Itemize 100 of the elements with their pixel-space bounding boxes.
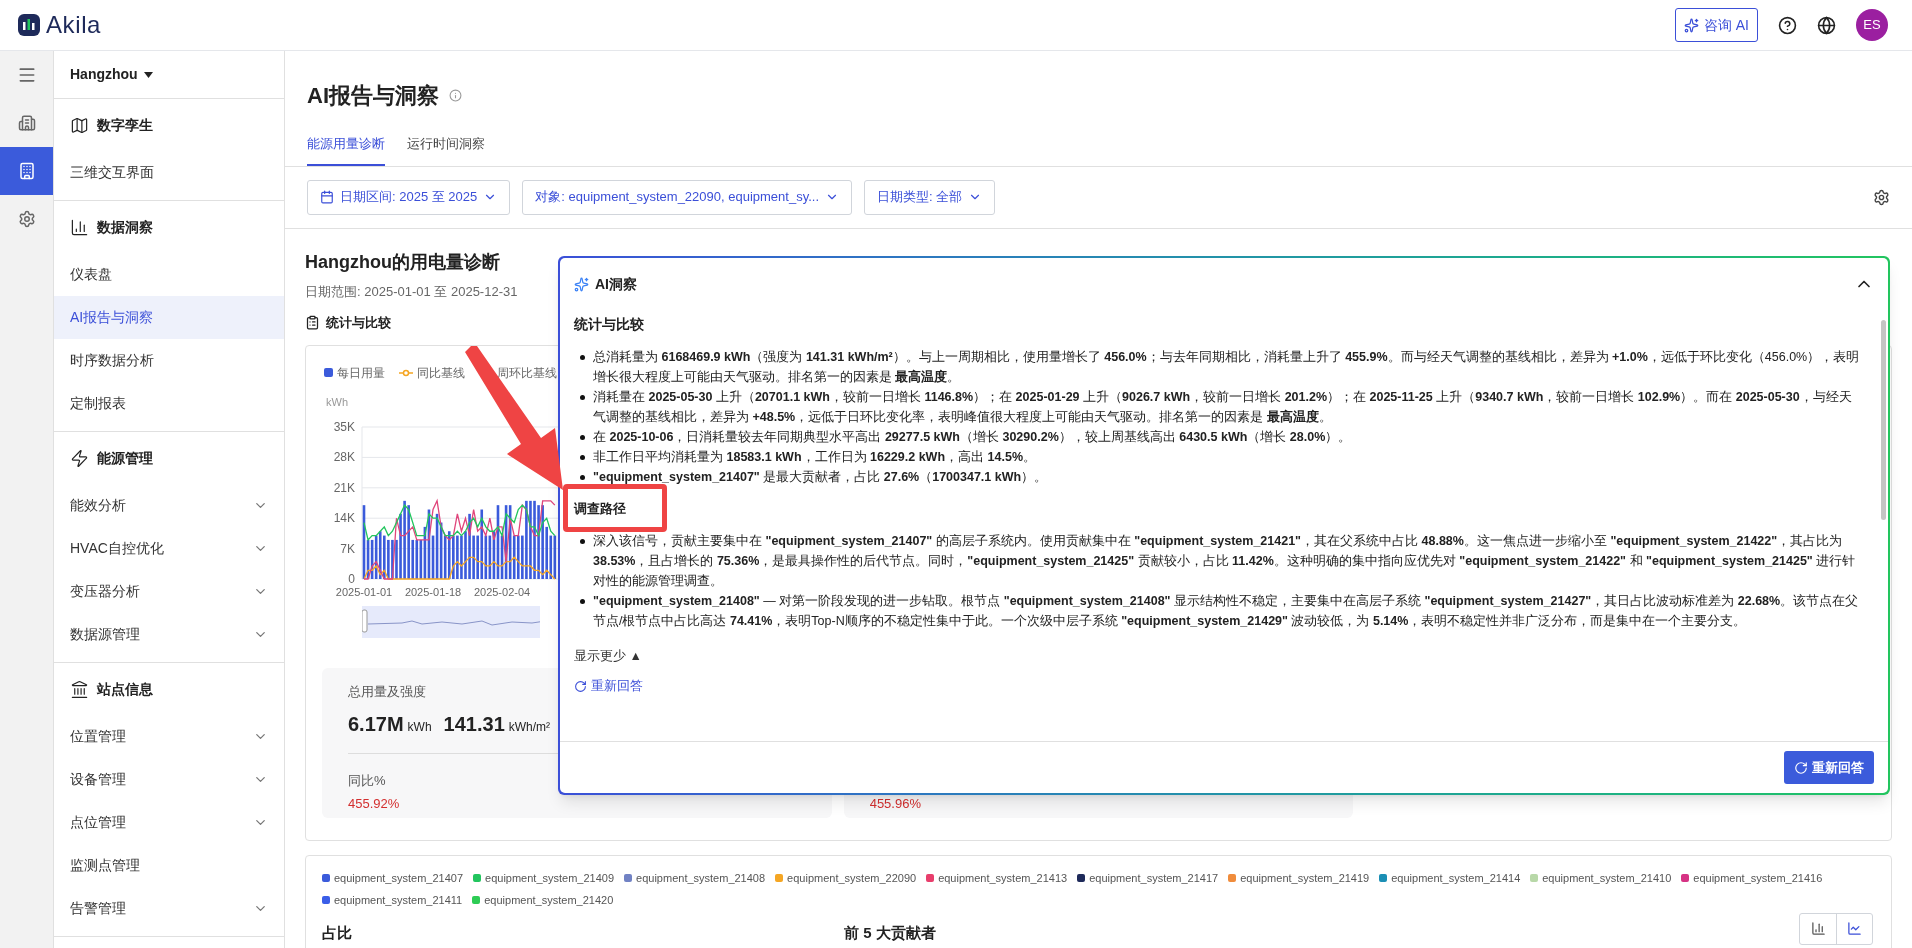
lightning-icon xyxy=(70,448,89,468)
panel-title: AI洞察 xyxy=(595,274,637,294)
compare-value: 455.96% xyxy=(869,795,921,813)
legend-label: equipment_system_21413 xyxy=(938,870,1068,886)
legend-label: equipment_system_21419 xyxy=(1240,870,1370,886)
axis-label: 2025-02-04 xyxy=(473,585,531,598)
axis-label: 2025-01-01 xyxy=(335,585,393,598)
logo-icon xyxy=(18,14,40,36)
legend-label: equipment_system_21411 xyxy=(334,893,463,908)
nav-item[interactable]: 监测点管理 xyxy=(54,844,284,887)
axis-label: 14K xyxy=(333,510,355,525)
regenerate-link[interactable]: 重新回答 xyxy=(574,677,643,696)
settings-icon[interactable] xyxy=(1873,188,1890,206)
legend-label: equipment_system_21416 xyxy=(1693,870,1823,886)
axis-label: 0 xyxy=(348,571,355,586)
insight-text: 非工作日平均消耗量为 18583.1 kWh，工作日为 16229.2 kWh，高出 14.5%。 xyxy=(593,449,1036,466)
insight-text: 在 2025-10-06，日消耗量较去年同期典型水平高出 29277.5 kWh（增长 30290.2%），较上周基线高出 6430.5 kWh（增长 28.0%）。 xyxy=(593,429,1352,446)
legend-label: equipment_system_21414 xyxy=(1391,870,1521,886)
refresh-icon xyxy=(1794,760,1808,775)
bullet-icon xyxy=(580,538,585,544)
nav-item[interactable]: 三维交互界面 xyxy=(54,151,284,194)
bullet-icon xyxy=(580,355,585,360)
regenerate-button[interactable]: 重新回答 xyxy=(1784,751,1874,784)
globe-icon[interactable] xyxy=(1817,15,1836,35)
clipboard-icon xyxy=(305,315,320,331)
logo-text: Akila xyxy=(46,10,102,40)
bullet-icon xyxy=(580,598,585,604)
legend-label: 每日用量 xyxy=(337,364,385,382)
bullet-icon xyxy=(580,455,585,460)
axis-label: 21K xyxy=(333,480,355,495)
stat-unit: kWh xyxy=(407,719,432,736)
nav-item[interactable]: AI报告与洞察 xyxy=(54,296,284,339)
stat-value: 141.31 xyxy=(443,712,505,737)
settings-icon xyxy=(17,210,36,228)
bullet-icon xyxy=(580,475,585,480)
sparkle-icon xyxy=(1683,17,1699,33)
axis-label: 35K xyxy=(333,419,355,434)
nav-item[interactable]: 能效分析 xyxy=(54,484,284,527)
scrollbar[interactable] xyxy=(1881,320,1886,520)
ask-ai-button[interactable]: 咨询 AI xyxy=(1674,8,1758,42)
filter-dropdown[interactable]: 日期区间: 2025 至 2025 xyxy=(307,179,511,215)
bar-chart-icon xyxy=(1810,921,1826,936)
nav-item[interactable]: HVAC自控优化 xyxy=(54,527,284,570)
tab[interactable]: 运行时间洞察 xyxy=(407,134,485,166)
nav-item[interactable]: 时序数据分析 xyxy=(54,339,284,382)
stat-unit: kWh/m² xyxy=(508,719,551,736)
legend-label: equipment_system_21420 xyxy=(484,893,614,908)
refresh-icon xyxy=(574,680,587,694)
building-icon xyxy=(70,679,89,699)
tab[interactable]: 能源用量诊断 xyxy=(307,134,385,166)
page-title: AI报告与洞察 xyxy=(307,82,439,110)
legend-label: equipment_system_21417 xyxy=(1089,870,1219,886)
nav-item[interactable]: 点位管理 xyxy=(54,801,284,844)
axis-label: 28K xyxy=(333,449,355,464)
group-title: 能源管理 xyxy=(97,448,153,468)
insight-text: "equipment_system_21407" 是最大贡献者，占比 27.6%（1700347.1 kWh）。 xyxy=(593,469,1048,486)
line-chart-icon xyxy=(1847,921,1862,936)
legend-label: equipment_system_21407 xyxy=(334,870,464,886)
chart-title: 占比 xyxy=(322,923,353,943)
legend-label: equipment_system_22090 xyxy=(787,870,917,886)
filter-dropdown[interactable]: 对象: equipment_system_22090, equipment_sy... xyxy=(522,179,853,215)
help-icon[interactable] xyxy=(1778,15,1797,35)
date-range-text: 日期范围: 2025-01-01 至 2025-12-31 xyxy=(305,282,518,301)
buildings-icon xyxy=(17,114,36,132)
bar-chart-icon xyxy=(70,217,89,237)
building-icon xyxy=(17,162,36,180)
section-title: 统计与比较 xyxy=(326,314,391,332)
insight-text: "equipment_system_21408" — 对第一阶段发现的进一步钻取。根节点 "equipment_system_21408" 显示结构性不稳定，主要集中在高层子系统 "equipment_system_21427"，其日占比波动标准差为 22.68%。该节点在父节点/根节点中占比高达 74.41%，表明Top-N顺序的不稳定性集中于此。一个次级中层子系统 "equipment_system_21429" 波动较低，为 5.14%，表明不稳定性并非广泛分布，而是集中在一个主要分支。 xyxy=(593,592,1860,630)
compare-value: 455.92% xyxy=(348,795,400,813)
nav-item[interactable]: 仪表盘 xyxy=(54,253,284,296)
chart-title: 前 5 大贡献者 xyxy=(844,923,936,943)
nav-item[interactable]: 定制报表 xyxy=(54,382,284,425)
group-title: 数字孪生 xyxy=(97,115,153,135)
filter-dropdown[interactable]: 日期类型: 全部 xyxy=(864,179,996,215)
report-title: Hangzhou的用电量诊断 xyxy=(305,250,500,274)
insight-text: 总消耗量为 6168469.9 kWh（强度为 141.31 kWh/m²）。与上一周期相比，使用量增长了 456.0%；与去年同期相比，消耗量上升了 455.9%。而与经天气调整的基线相比，差异为 +1.0%，远低于环比变化（456.0%），表明增长很大程度上可能由天气驱动。排名第一的因素是 最高温度。 xyxy=(593,349,1861,386)
legend-label: equipment_system_21408 xyxy=(636,870,766,886)
legend-label: equipment_system_21409 xyxy=(485,870,615,886)
axis-label: 7K xyxy=(340,541,355,556)
nav-item[interactable]: 变压器分析 xyxy=(54,570,284,613)
location-selector[interactable]: Hangzhou xyxy=(54,51,284,99)
insight-heading: 调查路径 xyxy=(574,500,627,518)
caret-icon xyxy=(143,71,153,78)
nav-item[interactable]: 位置管理 xyxy=(54,715,284,758)
nav-item[interactable]: 设备管理 xyxy=(54,758,284,801)
show-less-toggle[interactable]: 显示更少 ▲ xyxy=(574,646,642,666)
bullet-icon xyxy=(580,395,585,400)
rail-button[interactable] xyxy=(0,147,53,195)
axis-label: 2025-01-18 xyxy=(404,585,462,598)
stat-value: 6.17M xyxy=(348,712,404,737)
insight-heading: 统计与比较 xyxy=(574,315,645,334)
bullet-icon xyxy=(580,435,585,440)
group-title: 站点信息 xyxy=(97,679,153,699)
nav-item[interactable]: 数据源管理 xyxy=(54,613,284,656)
legend-label: equipment_system_21410 xyxy=(1542,870,1672,886)
range-slider-drawing[interactable] xyxy=(362,605,540,638)
user-avatar[interactable]: ES xyxy=(1856,9,1888,41)
nav-item[interactable]: 告警管理 xyxy=(54,887,284,930)
legend-label: 周环比基线 xyxy=(497,364,557,382)
info-icon xyxy=(449,89,462,102)
